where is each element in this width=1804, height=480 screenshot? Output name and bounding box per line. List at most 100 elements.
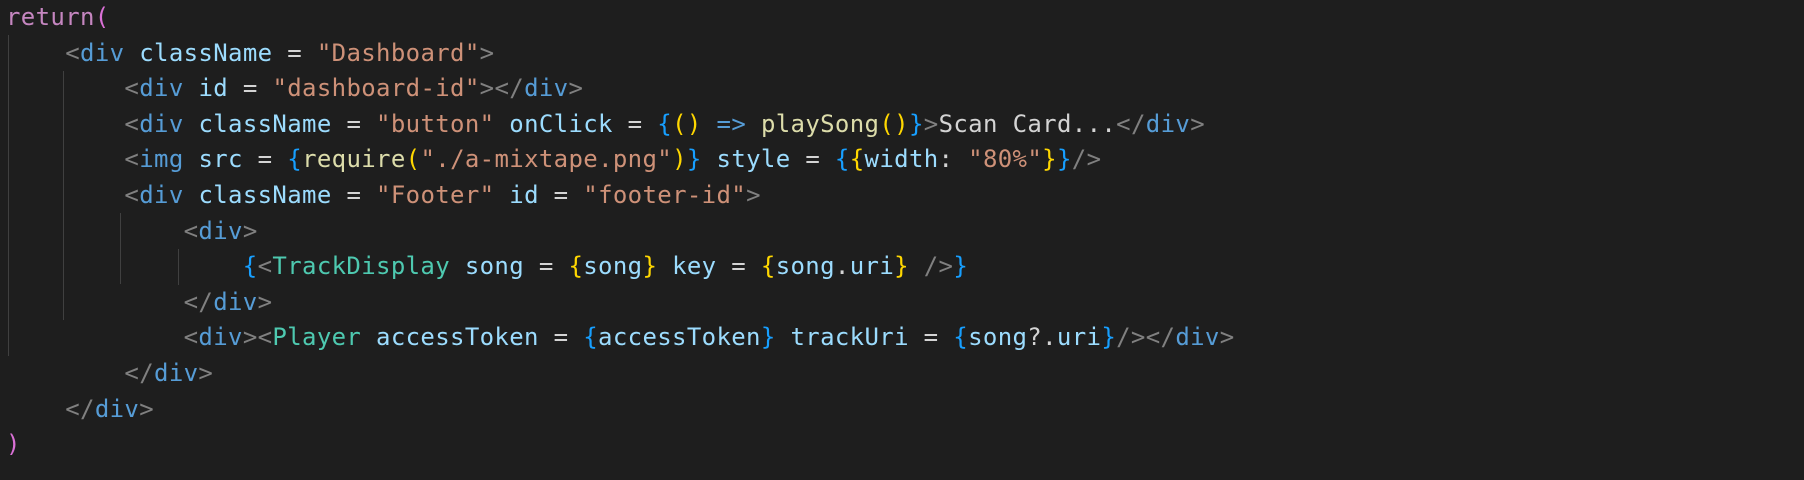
code-token-attribute: song: [968, 323, 1028, 352]
code-token-default: [6, 323, 184, 351]
code-token-tag-bracket: <: [183, 216, 199, 245]
code-token-default: =: [716, 252, 761, 281]
code-token-string: "Footer": [376, 180, 495, 209]
code-token-default: [184, 145, 199, 173]
code-token-attribute: uri: [1056, 323, 1102, 352]
code-token-string: "./a-mixtape.png": [420, 145, 673, 174]
code-line: <img src = {require("./a-mixtape.png")} …: [6, 142, 1235, 178]
code-line: <div>: [6, 214, 1235, 250]
code-token-default: [702, 110, 717, 138]
code-token-attribute: src: [198, 145, 243, 174]
code-token-default: [909, 252, 924, 280]
code-token-attribute: trackUri: [790, 323, 909, 352]
code-token-tag: div: [198, 323, 243, 352]
code-token-attribute: song: [464, 252, 525, 281]
code-line: </div>: [6, 392, 1235, 428]
code-token-tag: div: [94, 394, 140, 423]
code-token-tag-bracket: >: [1219, 323, 1235, 352]
code-token-tag-bracket: >: [479, 38, 495, 67]
code-token-default: [6, 145, 124, 173]
code-token-default: [6, 217, 184, 245]
code-token-function: playSong: [760, 109, 880, 138]
code-token-brace-3: }: [1056, 145, 1072, 174]
code-token-tag: div: [213, 287, 258, 316]
code-token-default: =: [612, 109, 658, 138]
code-token-default: [6, 359, 124, 387]
code-token-tag-bracket: ><: [242, 323, 273, 352]
code-token-brace-2: ): [6, 430, 21, 459]
code-token-tag-bracket: >: [242, 216, 258, 245]
code-token-default: [361, 323, 376, 351]
code-token-tag-bracket: />: [923, 252, 954, 281]
code-token-brace-1: }: [642, 252, 658, 281]
code-token-default: =: [538, 323, 584, 352]
code-token-default: [6, 395, 65, 423]
code-token-brace-1: (): [879, 109, 909, 138]
code-token-default: [6, 288, 184, 316]
code-token-string: "Dashboard": [316, 38, 480, 67]
code-token-tag-bracket: >: [1190, 109, 1205, 138]
code-token-default: :: [938, 145, 969, 174]
code-token-tag-bracket: >: [568, 74, 584, 103]
code-token-brace-1: (: [405, 145, 421, 174]
code-token-string: "80%": [968, 145, 1043, 174]
code-token-tag-bracket: <: [65, 38, 81, 67]
code-token-attribute: accessToken: [376, 323, 539, 352]
code-token-tag: div: [139, 74, 184, 103]
code-token-component: Player: [272, 323, 362, 352]
code-lines: return( <div className = "Dashboard"> <d…: [6, 0, 1235, 463]
code-line: <div><Player accessToken = {accessToken}…: [6, 320, 1235, 356]
code-token-default: [494, 181, 509, 209]
code-line: <div className = "Dashboard">: [6, 36, 1235, 72]
code-token-attribute: className: [198, 109, 332, 138]
code-token-tag-bracket: ></: [479, 74, 525, 103]
code-token-tag: div: [198, 216, 243, 245]
code-editor[interactable]: return( <div className = "Dashboard"> <d…: [0, 0, 1804, 480]
code-token-brace-1: ): [672, 145, 687, 174]
code-token-tag-bracket: >: [746, 180, 761, 209]
code-token-default: [657, 252, 672, 280]
code-token-default: =: [242, 145, 288, 174]
code-token-default: Scan Card...: [938, 109, 1117, 138]
code-token-tag-bracket: <: [183, 323, 199, 352]
code-token-attribute: id: [198, 74, 229, 103]
code-token-brace-3: }: [908, 109, 924, 138]
code-token-tag: div: [154, 358, 199, 387]
code-token-default: [6, 181, 124, 209]
code-token-tag-bracket: >: [198, 358, 214, 387]
code-line: {<TrackDisplay song = {song} key = {song…: [6, 249, 1235, 285]
code-line: <div id = "dashboard-id"></div>: [6, 71, 1235, 107]
code-token-default: =: [524, 252, 569, 281]
code-token-tag: div: [80, 38, 125, 67]
code-token-brace-3: {: [583, 323, 599, 352]
code-token-tag-bracket: >: [923, 109, 939, 138]
code-token-default: [184, 181, 199, 209]
code-token-brace-3: {: [834, 145, 850, 174]
code-token-tag-bracket: /></: [1116, 323, 1176, 352]
code-token-default: =: [331, 109, 377, 138]
code-token-brace-3: }: [686, 145, 702, 174]
code-token-default: =: [538, 180, 584, 209]
code-token-default: [6, 252, 243, 280]
code-token-attribute: accessToken: [598, 323, 761, 352]
code-token-default: [6, 74, 124, 102]
code-token-brace-3: }: [1101, 323, 1117, 352]
code-token-default: [494, 110, 509, 138]
code-line: </div>: [6, 285, 1235, 321]
code-token-tag-bracket: </: [124, 358, 155, 387]
code-token-attribute: className: [198, 180, 332, 209]
code-token-tag-bracket: </: [183, 287, 214, 316]
code-token-tag: img: [139, 145, 184, 174]
code-token-attribute: song: [583, 252, 643, 281]
code-token-tag-bracket: >: [139, 394, 155, 423]
code-token-brace-1: {: [849, 145, 865, 174]
code-token-brace-1: {: [760, 252, 776, 281]
code-token-tag-bracket: <: [124, 109, 140, 138]
code-token-attribute: uri: [849, 252, 895, 281]
code-token-default: [746, 110, 761, 138]
code-token-default: [184, 74, 199, 102]
code-line: return(: [6, 0, 1235, 36]
code-token-default: =: [790, 145, 835, 174]
code-token-tag-bracket: >: [257, 287, 273, 316]
code-token-attribute: onClick: [509, 109, 613, 138]
